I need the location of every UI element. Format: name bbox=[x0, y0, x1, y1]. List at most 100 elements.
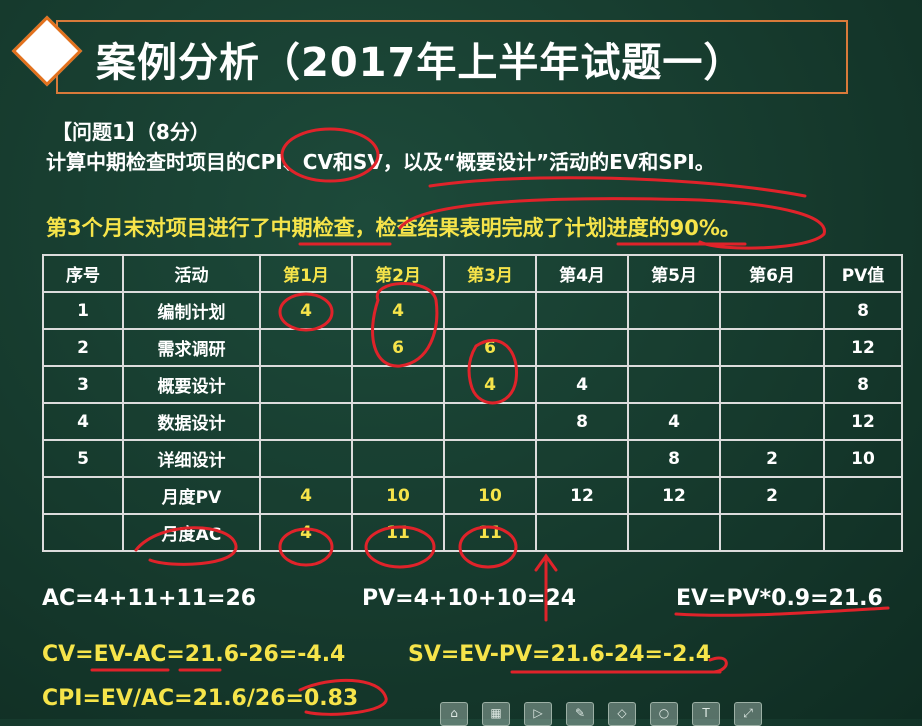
table-cell: 8 bbox=[535, 402, 629, 441]
table-cell bbox=[535, 513, 629, 552]
pen-icon[interactable]: ✎ bbox=[566, 702, 594, 726]
ac-equation: AC=4+11+11=26 bbox=[42, 586, 257, 611]
table-header-cell: 第5月 bbox=[627, 254, 721, 293]
table-cell: 1 bbox=[42, 291, 124, 330]
table-cell: 12 bbox=[823, 328, 903, 367]
table-cell bbox=[823, 513, 903, 552]
table-cell: 12 bbox=[535, 476, 629, 515]
table-header-cell: 活动 bbox=[122, 254, 261, 293]
table-row: 月度AC 4 11 11 bbox=[42, 513, 903, 552]
table-cell bbox=[259, 365, 353, 404]
table-row: 3 概要设计 4 4 8 bbox=[42, 365, 903, 404]
shape-icon[interactable]: ◇ bbox=[608, 702, 636, 726]
table-row: 1 编制计划 4 4 8 bbox=[42, 291, 903, 330]
sv-equation: SV=EV-PV=21.6-24=-2.4 bbox=[408, 642, 712, 667]
table-cell bbox=[351, 365, 445, 404]
table-cell: 11 bbox=[443, 513, 537, 552]
table-cell: 2 bbox=[719, 439, 825, 478]
table-cell bbox=[627, 291, 721, 330]
table-cell bbox=[719, 291, 825, 330]
ink-mark-sv bbox=[708, 656, 728, 674]
table-cell: 4 bbox=[443, 365, 537, 404]
diamond-icon bbox=[10, 14, 84, 88]
table-cell: 11 bbox=[351, 513, 445, 552]
table-header-cell: 第3月 bbox=[443, 254, 537, 293]
table-cell: 3 bbox=[42, 365, 124, 404]
table-cell: 5 bbox=[42, 439, 124, 478]
table-cell: 2 bbox=[719, 476, 825, 515]
table-cell bbox=[627, 365, 721, 404]
pv-equation: PV=4+10+10=24 bbox=[362, 586, 577, 611]
table-cell bbox=[719, 328, 825, 367]
table-cell bbox=[535, 439, 629, 478]
table-cell bbox=[443, 439, 537, 478]
table-cell: 8 bbox=[823, 365, 903, 404]
cpi-equation: CPI=EV/AC=21.6/26=0.83 bbox=[42, 686, 359, 711]
table-cell: 4 bbox=[42, 402, 124, 441]
table-header-cell: PV值 bbox=[823, 254, 903, 293]
table-row: 4 数据设计 8 4 12 bbox=[42, 402, 903, 441]
table-cell: 4 bbox=[259, 476, 353, 515]
expand-icon[interactable]: ⤢ bbox=[734, 702, 762, 726]
table-cell: 数据设计 bbox=[122, 402, 261, 441]
table-cell bbox=[627, 328, 721, 367]
question-text: 计算中期检查时项目的CPI、CV和SV，以及“概要设计”活动的EV和SPI。 bbox=[46, 150, 715, 174]
table-cell: 12 bbox=[627, 476, 721, 515]
table-cell: 编制计划 bbox=[122, 291, 261, 330]
table-cell bbox=[443, 402, 537, 441]
ink-underline-question bbox=[428, 176, 807, 198]
table-cell bbox=[42, 513, 124, 552]
table-header-row: 序号 活动 第1月 第2月 第3月 第4月 第5月 第6月 PV值 bbox=[42, 254, 903, 293]
table-cell: 8 bbox=[823, 291, 903, 330]
table-cell bbox=[351, 402, 445, 441]
table-cell bbox=[535, 328, 629, 367]
table-header-cell: 第4月 bbox=[535, 254, 629, 293]
table-header-cell: 第2月 bbox=[351, 254, 445, 293]
table-cell bbox=[443, 291, 537, 330]
table-cell bbox=[719, 365, 825, 404]
table-cell: 2 bbox=[42, 328, 124, 367]
table-cell bbox=[42, 476, 124, 515]
table-cell: 6 bbox=[351, 328, 445, 367]
table-header-cell: 序号 bbox=[42, 254, 124, 293]
text-icon[interactable]: T bbox=[692, 702, 720, 726]
table-header-cell: 第6月 bbox=[719, 254, 825, 293]
table-cell: 4 bbox=[627, 402, 721, 441]
table-cell bbox=[259, 439, 353, 478]
table-cell bbox=[719, 402, 825, 441]
table-cell: 需求调研 bbox=[122, 328, 261, 367]
ink-underline-cv-sv bbox=[90, 668, 722, 674]
table-row: 月度PV 4 10 10 12 12 2 bbox=[42, 476, 903, 515]
table-cell bbox=[719, 513, 825, 552]
table-cell bbox=[259, 328, 353, 367]
question-hint: 第3个月末对项目进行了中期检查，检查结果表明完成了计划进度的90%。 bbox=[46, 216, 741, 240]
grid-icon[interactable]: ▦ bbox=[482, 702, 510, 726]
table-cell: 4 bbox=[259, 291, 353, 330]
table-row: 5 详细设计 8 2 10 bbox=[42, 439, 903, 478]
table-cell: 详细设计 bbox=[122, 439, 261, 478]
table-row: 2 需求调研 6 6 12 bbox=[42, 328, 903, 367]
circle-icon[interactable]: ○ bbox=[650, 702, 678, 726]
table-cell bbox=[823, 476, 903, 515]
question-label: 【问题1】（8分） bbox=[52, 120, 210, 144]
table-cell: 10 bbox=[351, 476, 445, 515]
table-cell: 月度AC bbox=[122, 513, 261, 552]
table-cell bbox=[259, 402, 353, 441]
table-header-cell: 第1月 bbox=[259, 254, 353, 293]
home-icon[interactable]: ⌂ bbox=[440, 702, 468, 726]
table-cell bbox=[535, 291, 629, 330]
table-cell: 8 bbox=[627, 439, 721, 478]
table-cell bbox=[627, 513, 721, 552]
table-cell: 4 bbox=[351, 291, 445, 330]
table-cell: 概要设计 bbox=[122, 365, 261, 404]
table-cell: 10 bbox=[443, 476, 537, 515]
table-cell: 4 bbox=[535, 365, 629, 404]
play-icon[interactable]: ▷ bbox=[524, 702, 552, 726]
cv-equation: CV=EV-AC=21.6-26=-4.4 bbox=[42, 642, 346, 667]
presentation-toolbar: ⌂ ▦ ▷ ✎ ◇ ○ T ⤢ bbox=[440, 702, 820, 726]
ev-equation: EV=PV*0.9=21.6 bbox=[676, 586, 883, 611]
table-cell: 月度PV bbox=[122, 476, 261, 515]
table-cell: 10 bbox=[823, 439, 903, 478]
page-title: 案例分析（2017年上半年试题一） bbox=[96, 40, 745, 86]
table-cell bbox=[351, 439, 445, 478]
